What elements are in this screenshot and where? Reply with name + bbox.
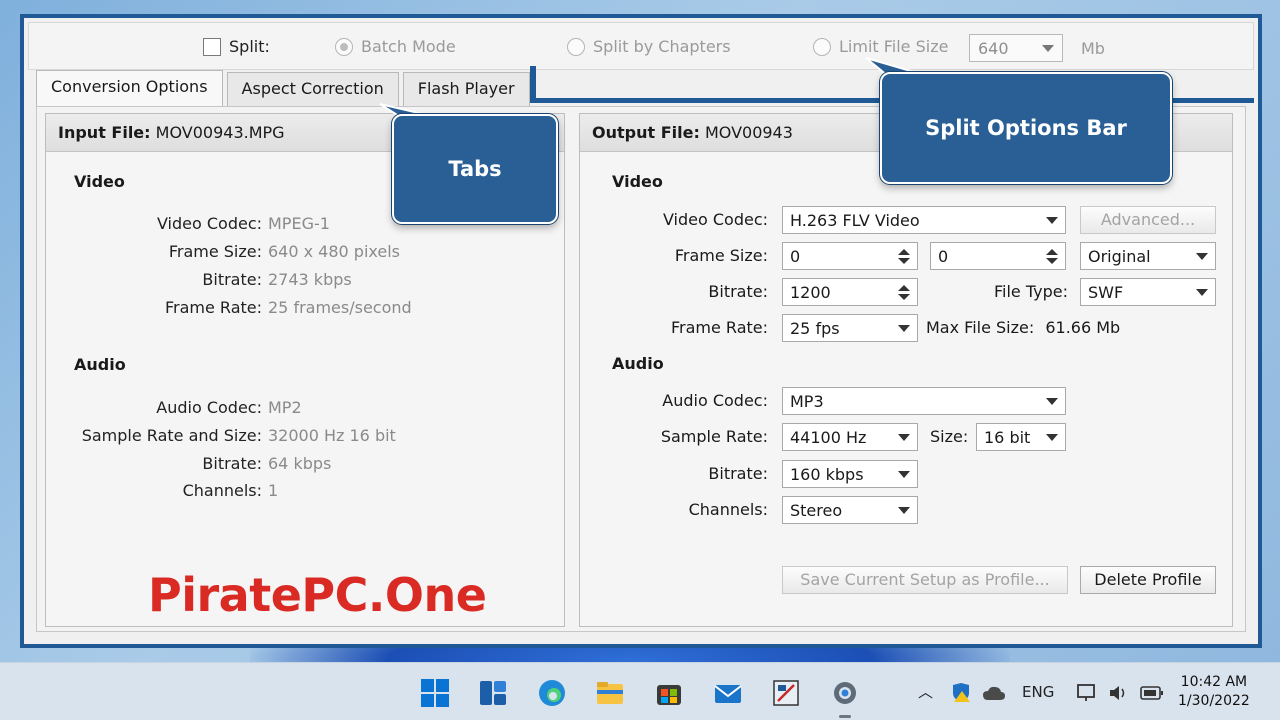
- security-warning-icon[interactable]: [950, 683, 972, 703]
- windows-start-icon[interactable]: [419, 677, 451, 709]
- chevron-up-icon[interactable]: ︿: [918, 681, 933, 702]
- watermark: PiratePC.One: [148, 568, 487, 622]
- clock-time: 10:42 AM: [1180, 674, 1248, 690]
- split-options-callout: Split Options Bar: [880, 72, 1172, 184]
- volume-icon[interactable]: [1108, 683, 1130, 703]
- taskbar: ︿ ENG 10:42 AM 1/30/2022: [0, 662, 1280, 720]
- video-converter-app-icon[interactable]: [770, 677, 802, 709]
- language-indicator[interactable]: ENG: [1022, 683, 1054, 701]
- clock-date: 1/30/2022: [1178, 693, 1250, 709]
- edge-browser-icon[interactable]: [536, 677, 568, 709]
- cloud-icon[interactable]: [982, 685, 1006, 701]
- clock[interactable]: 10:42 AM 1/30/2022: [1178, 673, 1250, 711]
- mail-icon[interactable]: [712, 677, 744, 709]
- store-icon[interactable]: [653, 677, 685, 709]
- battery-icon[interactable]: [1140, 685, 1164, 701]
- settings-gear-icon[interactable]: [829, 677, 861, 709]
- file-explorer-icon[interactable]: [594, 677, 626, 709]
- widgets-icon[interactable]: [477, 677, 509, 709]
- network-icon[interactable]: [1076, 683, 1098, 703]
- active-app-indicator: [839, 715, 851, 718]
- tabs-callout: Tabs: [392, 114, 558, 224]
